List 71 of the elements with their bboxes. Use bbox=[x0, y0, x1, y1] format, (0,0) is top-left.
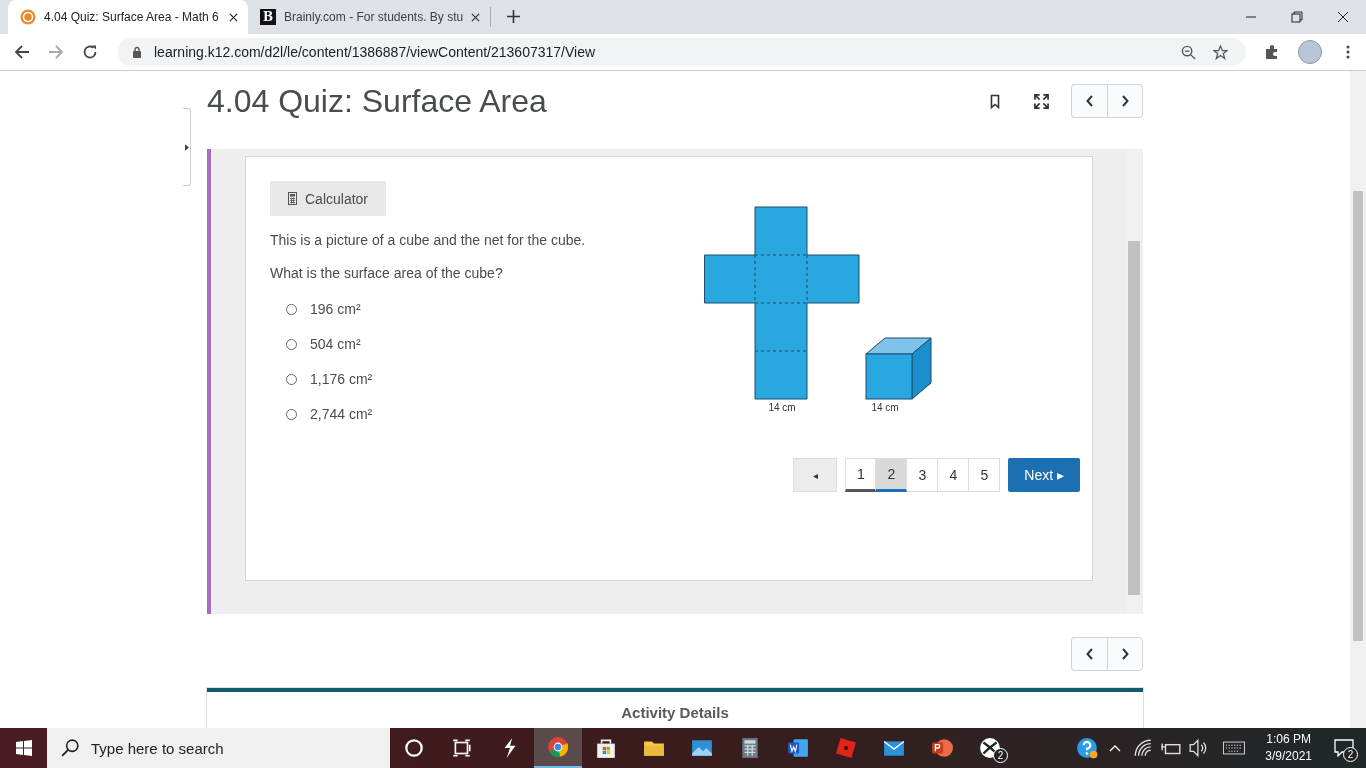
new-tab-icon[interactable] bbox=[507, 10, 521, 23]
scrollbar[interactable] bbox=[1350, 71, 1366, 728]
circle-icon bbox=[403, 737, 425, 759]
picture-icon bbox=[691, 737, 713, 759]
shopping-bag-icon bbox=[595, 737, 617, 759]
chevron-right-icon bbox=[1121, 95, 1129, 107]
sidebar-toggle[interactable] bbox=[183, 108, 191, 186]
action-center-button[interactable]: 2 bbox=[1322, 728, 1366, 768]
calculator-icon bbox=[288, 192, 297, 205]
previous-button[interactable] bbox=[1071, 637, 1107, 671]
question-text: What is the surface area of the cube? bbox=[270, 265, 504, 281]
dimension-label: 14 cm bbox=[871, 402, 899, 413]
page-number-button[interactable]: 4 bbox=[938, 458, 970, 492]
close-icon[interactable] bbox=[1337, 11, 1349, 23]
zoom-out-icon[interactable] bbox=[1181, 44, 1196, 60]
next-button[interactable]: Next ▸ bbox=[1008, 458, 1080, 492]
cube-drawing bbox=[865, 337, 932, 400]
address-bar[interactable]: learning.k12.com/d2l/le/content/1386887/viewContent/213607317/View bbox=[118, 38, 1246, 66]
chevron-up-icon[interactable] bbox=[1109, 744, 1122, 752]
notification-badge: 2 bbox=[993, 748, 1008, 763]
site-logo-icon bbox=[20, 9, 36, 25]
triangle-right-icon bbox=[184, 143, 189, 151]
clock-date[interactable]: 3/9/2021 bbox=[1265, 748, 1312, 765]
reload-icon[interactable] bbox=[82, 44, 98, 60]
browser-icon bbox=[547, 736, 569, 758]
chevron-right-icon bbox=[1121, 648, 1129, 660]
windows-start-icon[interactable] bbox=[16, 740, 32, 756]
clock-time[interactable]: 1:06 PM bbox=[1266, 731, 1311, 748]
chevron-left-icon bbox=[1085, 95, 1094, 107]
taskbar-app[interactable]: 2 bbox=[966, 728, 1014, 768]
lock-icon bbox=[132, 46, 142, 58]
page-number-button[interactable]: 2 bbox=[876, 458, 908, 492]
calculator-icon bbox=[739, 737, 761, 759]
answer-option[interactable]: 504 cm² bbox=[310, 336, 361, 352]
page-number-button[interactable]: 1 bbox=[845, 458, 877, 492]
previous-button[interactable] bbox=[1071, 84, 1107, 118]
restore-icon[interactable] bbox=[1291, 11, 1303, 23]
profile-avatar[interactable] bbox=[1298, 40, 1322, 64]
speech-bubble-icon bbox=[1334, 738, 1354, 758]
search-icon bbox=[61, 739, 79, 757]
site-logo-icon: B bbox=[260, 9, 276, 25]
question-text: This is a picture of a cube and the net for the cube. bbox=[270, 232, 587, 248]
close-icon[interactable] bbox=[229, 12, 238, 22]
page-number-button[interactable]: 3 bbox=[907, 458, 939, 492]
keyboard-icon[interactable] bbox=[1223, 741, 1246, 755]
bookmark-icon[interactable] bbox=[990, 93, 1000, 109]
answer-option[interactable]: 196 cm² bbox=[310, 301, 361, 317]
dimension-label: 14 cm bbox=[768, 402, 796, 413]
star-icon[interactable] bbox=[1213, 44, 1228, 60]
next-button[interactable] bbox=[1107, 84, 1143, 118]
browser-tab[interactable]: 4.04 Quiz: Surface Area - Math 6 bbox=[8, 0, 248, 34]
game-controller-logo-icon bbox=[979, 737, 1001, 759]
next-button[interactable] bbox=[1107, 637, 1143, 671]
calculator-button[interactable]: Calculator bbox=[270, 181, 387, 216]
page-title: 4.04 Quiz: Surface Area bbox=[207, 82, 548, 120]
notification-badge: 2 bbox=[1343, 747, 1358, 762]
fullscreen-icon[interactable] bbox=[1034, 93, 1049, 109]
answer-option[interactable]: 2,744 cm² bbox=[310, 406, 373, 422]
document-app-icon bbox=[787, 737, 809, 759]
presentation-app-icon bbox=[931, 737, 953, 759]
back-arrow-icon[interactable] bbox=[14, 44, 30, 60]
chevron-left-icon bbox=[1085, 648, 1094, 660]
puzzle-piece-icon[interactable] bbox=[1264, 44, 1280, 60]
browser-tab[interactable]: B Brainly.com - For students. By stu bbox=[248, 7, 492, 27]
task-view-icon bbox=[451, 737, 473, 759]
answer-option[interactable]: 1,176 cm² bbox=[310, 371, 373, 387]
help-icon[interactable] bbox=[1076, 737, 1099, 759]
search-field[interactable]: Type here to search bbox=[47, 728, 390, 768]
close-icon[interactable] bbox=[471, 12, 481, 22]
page-number-button[interactable]: 5 bbox=[969, 458, 1001, 492]
previous-page-button[interactable]: ◂ bbox=[793, 458, 838, 492]
